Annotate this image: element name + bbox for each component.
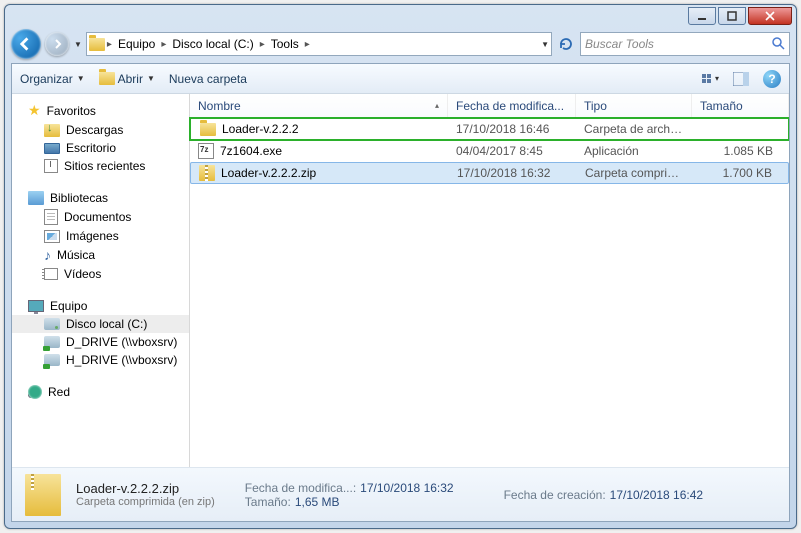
desktop-icon (44, 143, 60, 154)
forward-button[interactable] (45, 32, 69, 56)
tree-item-downloads[interactable]: Descargas (12, 121, 189, 139)
close-button[interactable] (748, 7, 792, 25)
back-button[interactable] (11, 29, 41, 59)
breadcrumb-item[interactable]: Equipo (114, 37, 159, 51)
tree-favorites[interactable]: ★Favoritos (12, 100, 189, 121)
search-placeholder: Buscar Tools (585, 37, 654, 51)
maximize-button[interactable] (718, 7, 746, 25)
sort-asc-icon: ▴ (435, 101, 439, 110)
file-row-exe[interactable]: 7z1604.exe 04/04/2017 8:45 Aplicación 1.… (190, 140, 789, 162)
tree-item-documents[interactable]: Documentos (12, 207, 189, 227)
details-modified-value: 17/10/2018 16:32 (360, 481, 453, 495)
file-row-folder[interactable]: Loader-v.2.2.2 17/10/2018 16:46 Carpeta … (190, 118, 789, 140)
tree-item-videos[interactable]: Vídeos (12, 265, 189, 283)
details-size-label: Tamaño: (245, 495, 291, 509)
view-icon (702, 74, 711, 83)
network-drive-icon (44, 354, 60, 366)
view-options[interactable]: ▾ (702, 74, 719, 83)
recent-icon (44, 159, 58, 173)
details-modified-label: Fecha de modifica...: (245, 481, 356, 495)
videos-icon (44, 268, 58, 280)
preview-icon (733, 72, 749, 86)
chevron-right-icon[interactable]: ▸ (303, 39, 312, 50)
folder-open-icon (99, 71, 115, 87)
details-filetype: Carpeta comprimida (en zip) (76, 496, 215, 508)
help-icon: ? (763, 70, 781, 88)
tree-item-music[interactable]: ♪Música (12, 245, 189, 265)
computer-icon (28, 300, 44, 312)
refresh-button[interactable] (556, 36, 576, 52)
folder-icon (89, 36, 105, 52)
organize-menu[interactable]: Organizar▼ (20, 72, 85, 86)
column-date[interactable]: Fecha de modifica... (448, 94, 576, 117)
star-icon: ★ (28, 102, 41, 119)
search-icon (771, 36, 785, 53)
network-icon (28, 385, 42, 399)
breadcrumb-dropdown-icon[interactable]: ▼ (541, 40, 549, 49)
images-icon (44, 230, 60, 243)
new-folder-button[interactable]: Nueva carpeta (169, 72, 247, 86)
tree-computer[interactable]: Equipo (12, 297, 189, 315)
documents-icon (44, 209, 58, 225)
chevron-right-icon[interactable]: ▸ (258, 39, 267, 50)
client-area: Organizar▼ Abrir▼ Nueva carpeta ▾ ? ★Fav… (11, 63, 790, 522)
body: ★Favoritos Descargas Escritorio Sitios r… (12, 94, 789, 467)
navigation-tree[interactable]: ★Favoritos Descargas Escritorio Sitios r… (12, 94, 190, 467)
column-headers: Nombre▴ Fecha de modifica... Tipo Tamaño (190, 94, 789, 118)
search-input[interactable]: Buscar Tools (580, 32, 790, 56)
breadcrumb-item[interactable]: Tools (267, 37, 303, 51)
folder-icon (200, 123, 216, 136)
tree-item-desktop[interactable]: Escritorio (12, 139, 189, 157)
libraries-icon (28, 191, 44, 205)
column-type[interactable]: Tipo (576, 94, 692, 117)
zip-icon (199, 165, 215, 181)
history-dropdown-icon[interactable]: ▼ (74, 40, 82, 49)
explorer-window: ▼ ▸ Equipo ▸ Disco local (C:) ▸ Tools ▸ … (4, 4, 797, 529)
downloads-icon (44, 124, 60, 137)
open-button[interactable]: Abrir▼ (99, 71, 155, 87)
details-created-label: Fecha de creación: (504, 488, 606, 502)
details-size-value: 1,65 MB (295, 495, 340, 509)
network-drive-icon (44, 336, 60, 348)
breadcrumb-item[interactable]: Disco local (C:) (168, 37, 257, 51)
column-size[interactable]: Tamaño (692, 94, 789, 117)
tree-libraries[interactable]: Bibliotecas (12, 189, 189, 207)
file-list: Nombre▴ Fecha de modifica... Tipo Tamaño… (190, 94, 789, 467)
file-thumbnail (20, 472, 66, 518)
chevron-right-icon[interactable]: ▸ (159, 39, 168, 50)
toolbar: Organizar▼ Abrir▼ Nueva carpeta ▾ ? (12, 64, 789, 94)
breadcrumb[interactable]: ▸ Equipo ▸ Disco local (C:) ▸ Tools ▸ ▼ (86, 32, 552, 56)
column-name[interactable]: Nombre▴ (190, 94, 448, 117)
minimize-button[interactable] (688, 7, 716, 25)
tree-item-d-drive[interactable]: D_DRIVE (\\vboxsrv) (12, 333, 189, 351)
address-bar: ▼ ▸ Equipo ▸ Disco local (C:) ▸ Tools ▸ … (11, 29, 790, 59)
chevron-right-icon[interactable]: ▸ (105, 39, 114, 50)
details-pane: Loader-v.2.2.2.zip Carpeta comprimida (e… (12, 467, 789, 521)
file-row-zip[interactable]: Loader-v.2.2.2.zip 17/10/2018 16:32 Carp… (190, 162, 789, 184)
exe-icon (198, 143, 214, 159)
drive-icon (44, 318, 60, 330)
tree-network[interactable]: Red (12, 383, 189, 401)
details-filename: Loader-v.2.2.2.zip (76, 481, 215, 496)
title-bar (11, 7, 792, 29)
help-button[interactable]: ? (763, 70, 781, 88)
preview-pane-button[interactable] (733, 72, 749, 86)
music-icon: ♪ (44, 247, 51, 263)
details-created-value: 17/10/2018 16:42 (610, 488, 703, 502)
tree-item-h-drive[interactable]: H_DRIVE (\\vboxsrv) (12, 351, 189, 369)
tree-item-local-disk[interactable]: Disco local (C:) (12, 315, 189, 333)
tree-item-images[interactable]: Imágenes (12, 227, 189, 245)
tree-item-recent[interactable]: Sitios recientes (12, 157, 189, 175)
